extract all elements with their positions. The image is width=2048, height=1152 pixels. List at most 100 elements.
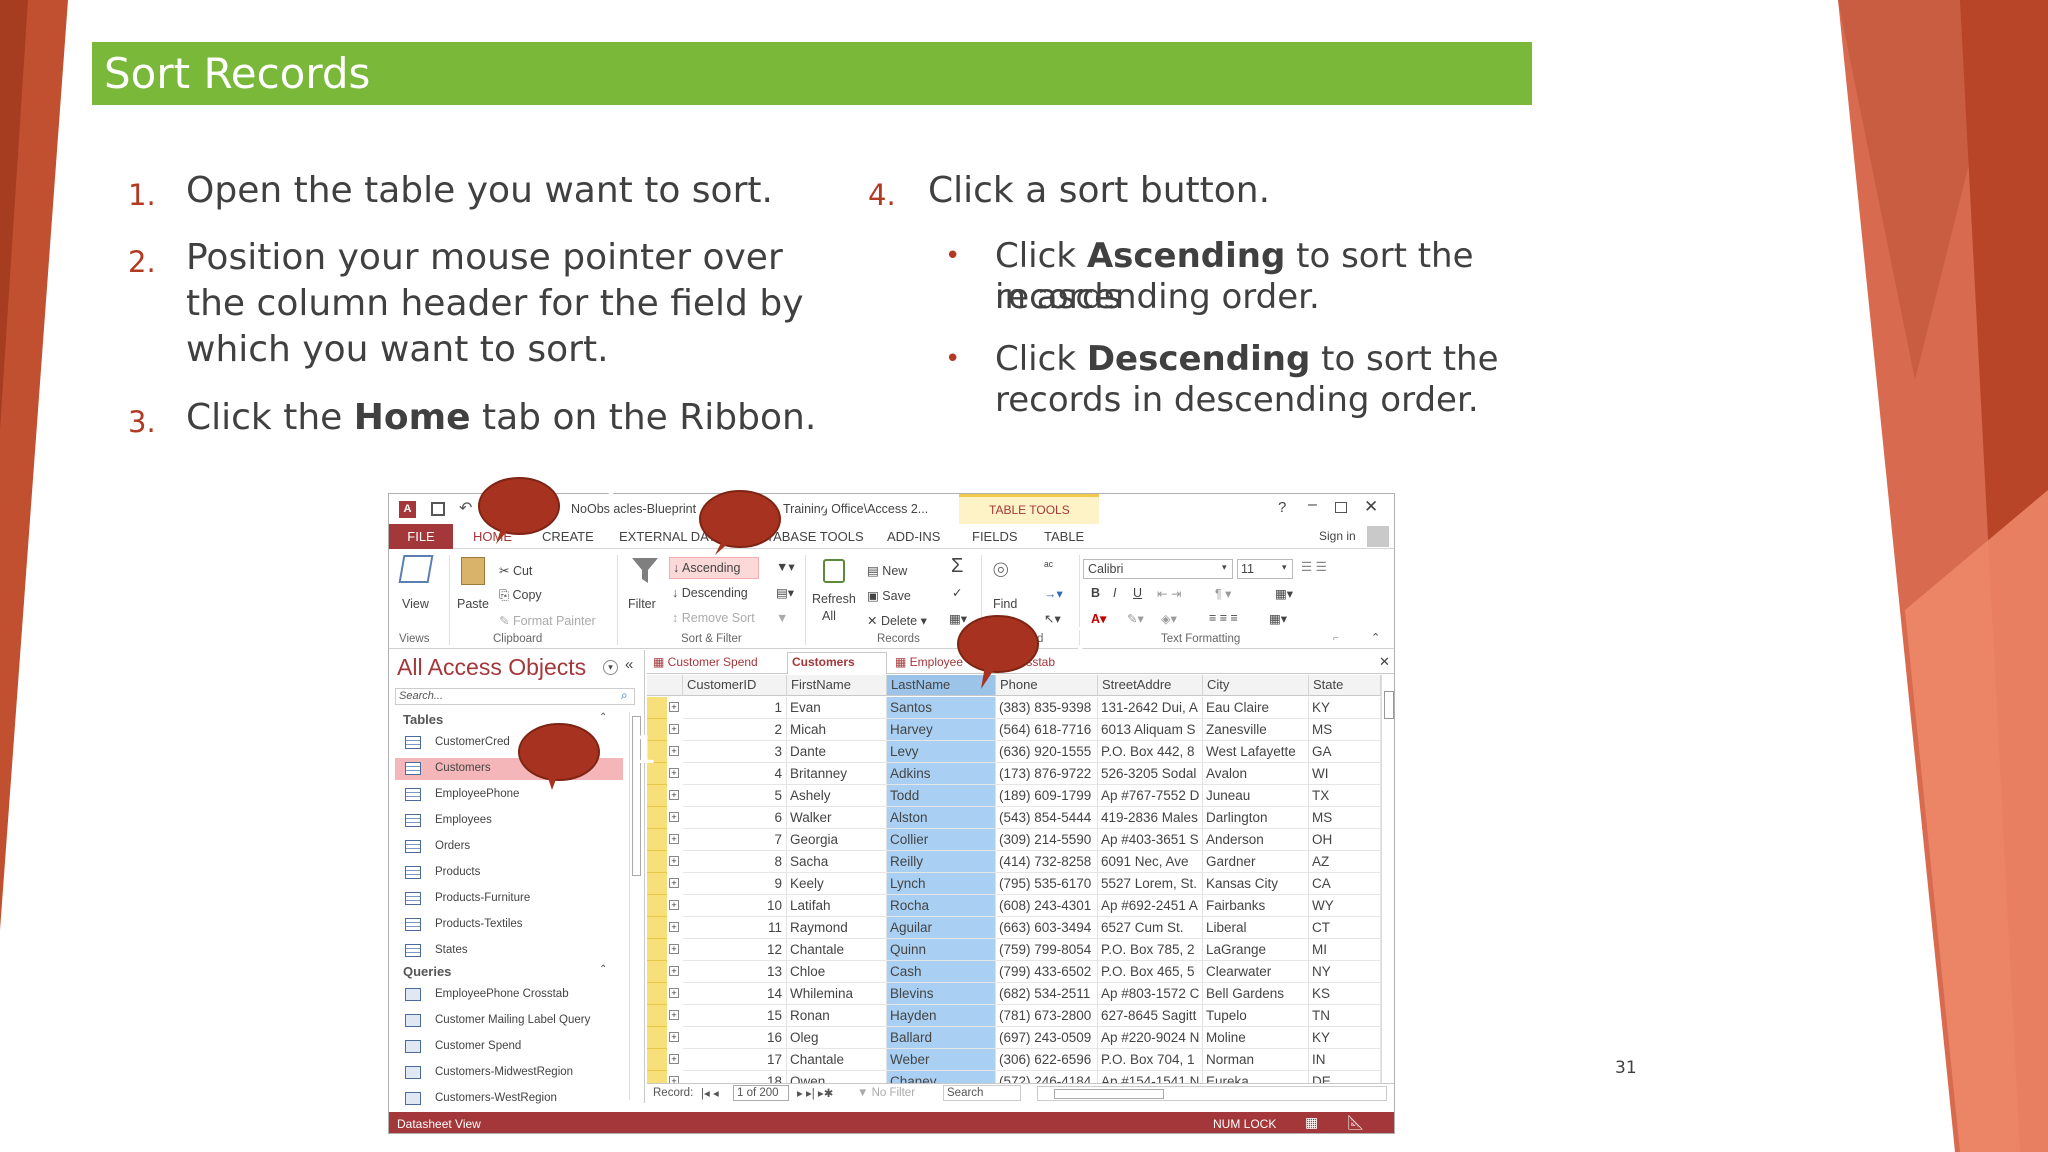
table-cell[interactable]: 526-3205 Sodal bbox=[1098, 763, 1203, 785]
table-cell[interactable]: Evan bbox=[787, 697, 887, 719]
gridlines-icon[interactable]: ▦▾ bbox=[1275, 586, 1293, 601]
nav-table-item[interactable]: Products bbox=[395, 862, 623, 884]
dialog-launcher-icon[interactable]: ⌐ bbox=[1333, 633, 1339, 644]
save-record-button[interactable]: ▣ Save bbox=[867, 588, 911, 603]
table-cell[interactable]: WI bbox=[1309, 763, 1381, 785]
table-cell[interactable]: Liberal bbox=[1203, 917, 1309, 939]
table-cell[interactable]: (759) 799-8054 bbox=[996, 939, 1098, 961]
nav-section-queries[interactable]: Queries bbox=[403, 964, 451, 979]
table-cell[interactable]: Bell Gardens bbox=[1203, 983, 1309, 1005]
table-cell[interactable]: 131-2642 Dui, A bbox=[1098, 697, 1203, 719]
table-cell[interactable]: TX bbox=[1309, 785, 1381, 807]
table-cell[interactable]: Santos bbox=[887, 697, 996, 719]
row-selector[interactable] bbox=[647, 1005, 667, 1027]
table-cell[interactable]: Raymond bbox=[787, 917, 887, 939]
nav-table-item[interactable]: Products-Furniture bbox=[395, 888, 623, 910]
nav-table-item[interactable]: Employees bbox=[395, 810, 623, 832]
expand-subdatasheet-icon[interactable]: + bbox=[669, 812, 679, 822]
table-cell[interactable]: 1 bbox=[683, 697, 787, 719]
nav-table-item[interactable]: Orders bbox=[395, 836, 623, 858]
cut-button[interactable]: ✂ Cut bbox=[499, 563, 532, 578]
highlight-button[interactable]: ✎▾ bbox=[1127, 611, 1144, 626]
ascending-button[interactable]: ↓ Ascending bbox=[669, 557, 759, 579]
close-doc-icon[interactable]: ✕ bbox=[1379, 654, 1390, 670]
goto-icon[interactable]: →▾ bbox=[1044, 586, 1063, 601]
table-cell[interactable]: Oleg bbox=[787, 1027, 887, 1049]
nav-search-input[interactable]: Search... bbox=[395, 688, 635, 705]
table-cell[interactable]: Weber bbox=[887, 1049, 996, 1071]
table-cell[interactable]: P.O. Box 442, 8 bbox=[1098, 741, 1203, 763]
column-header[interactable]: City bbox=[1203, 675, 1309, 696]
table-cell[interactable]: MI bbox=[1309, 939, 1381, 961]
horizontal-scrollbar[interactable] bbox=[1037, 1086, 1387, 1101]
refresh-button[interactable]: Refresh All bbox=[809, 553, 859, 631]
toggle-filter-button[interactable]: ▼ bbox=[776, 611, 788, 625]
table-cell[interactable]: 627-8645 Sagitt bbox=[1098, 1005, 1203, 1027]
paragraph-icon[interactable]: ¶ ▾ bbox=[1215, 586, 1231, 601]
row-selector[interactable] bbox=[647, 807, 667, 829]
view-button[interactable]: View bbox=[397, 553, 437, 623]
table-cell[interactable]: 12 bbox=[683, 939, 787, 961]
table-cell[interactable]: Juneau bbox=[1203, 785, 1309, 807]
new-record-button[interactable]: ▤ New bbox=[867, 563, 907, 578]
nav-query-item[interactable]: EmployeePhone Crosstab bbox=[395, 984, 623, 1006]
table-cell[interactable]: 11 bbox=[683, 917, 787, 939]
nav-query-item[interactable]: Customers-MidwestRegion bbox=[395, 1062, 623, 1084]
table-cell[interactable]: 6091 Nec, Ave bbox=[1098, 851, 1203, 873]
table-cell[interactable]: Harvey bbox=[887, 719, 996, 741]
table-cell[interactable]: Britanney bbox=[787, 763, 887, 785]
nav-query-item[interactable]: Customer Spend bbox=[395, 1036, 623, 1058]
table-cell[interactable]: 16 bbox=[683, 1027, 787, 1049]
table-cell[interactable]: (608) 243-4301 bbox=[996, 895, 1098, 917]
table-cell[interactable]: Lynch bbox=[887, 873, 996, 895]
row-selector[interactable] bbox=[647, 829, 667, 851]
table-cell[interactable]: Alston bbox=[887, 807, 996, 829]
table-cell[interactable]: Todd bbox=[887, 785, 996, 807]
table-cell[interactable]: 2 bbox=[683, 719, 787, 741]
table-cell[interactable]: 3 bbox=[683, 741, 787, 763]
datasheet-view-icon[interactable]: ▦ bbox=[1305, 1114, 1318, 1131]
table-cell[interactable]: AZ bbox=[1309, 851, 1381, 873]
expand-subdatasheet-icon[interactable]: + bbox=[669, 702, 679, 712]
table-cell[interactable]: KS bbox=[1309, 983, 1381, 1005]
expand-subdatasheet-icon[interactable]: + bbox=[669, 966, 679, 976]
descending-button[interactable]: ↓ Descending bbox=[672, 586, 748, 600]
table-cell[interactable]: 15 bbox=[683, 1005, 787, 1027]
table-cell[interactable]: Avalon bbox=[1203, 763, 1309, 785]
select-all-corner[interactable] bbox=[647, 675, 683, 696]
expand-subdatasheet-icon[interactable]: + bbox=[669, 988, 679, 998]
table-cell[interactable]: MS bbox=[1309, 719, 1381, 741]
alternate-row-icon[interactable]: ▦▾ bbox=[1269, 611, 1287, 626]
nav-menu-icon[interactable]: ▾ bbox=[603, 660, 618, 675]
table-cell[interactable]: Collier bbox=[887, 829, 996, 851]
table-cell[interactable]: Clearwater bbox=[1203, 961, 1309, 983]
table-cell[interactable]: MS bbox=[1309, 807, 1381, 829]
table-cell[interactable]: 8 bbox=[683, 851, 787, 873]
paste-button[interactable]: Paste bbox=[453, 553, 493, 623]
doc-tab-customers[interactable]: Customers bbox=[787, 652, 887, 674]
table-cell[interactable]: Anderson bbox=[1203, 829, 1309, 851]
find-button[interactable]: ⌾ Find bbox=[987, 553, 1027, 623]
help-button[interactable]: ? bbox=[1278, 499, 1286, 516]
table-cell[interactable]: P.O. Box 785, 2 bbox=[1098, 939, 1203, 961]
table-cell[interactable]: Ap #403-3651 S bbox=[1098, 829, 1203, 851]
table-cell[interactable]: Walker bbox=[787, 807, 887, 829]
table-cell[interactable]: CT bbox=[1309, 917, 1381, 939]
column-header[interactable]: StreetAddre bbox=[1098, 675, 1203, 696]
column-header[interactable]: CustomerID bbox=[683, 675, 787, 696]
advanced-filter-button[interactable]: ▤▾ bbox=[776, 585, 794, 600]
table-cell[interactable]: Zanesville bbox=[1203, 719, 1309, 741]
table-cell[interactable]: (543) 854-5444 bbox=[996, 807, 1098, 829]
table-cell[interactable]: (306) 622-6596 bbox=[996, 1049, 1098, 1071]
expand-subdatasheet-icon[interactable]: + bbox=[669, 900, 679, 910]
table-cell[interactable]: 13 bbox=[683, 961, 787, 983]
table-cell[interactable]: Eau Claire bbox=[1203, 697, 1309, 719]
expand-subdatasheet-icon[interactable]: + bbox=[669, 856, 679, 866]
shutter-bar-icon[interactable]: « bbox=[625, 656, 633, 673]
row-selector[interactable] bbox=[647, 983, 667, 1005]
expand-subdatasheet-icon[interactable]: + bbox=[669, 922, 679, 932]
table-cell[interactable]: (173) 876-9722 bbox=[996, 763, 1098, 785]
table-cell[interactable]: Gardner bbox=[1203, 851, 1309, 873]
nav-pane-title[interactable]: All Access Objects bbox=[397, 654, 586, 681]
selection-filter-button[interactable]: ▼▾ bbox=[776, 559, 795, 574]
